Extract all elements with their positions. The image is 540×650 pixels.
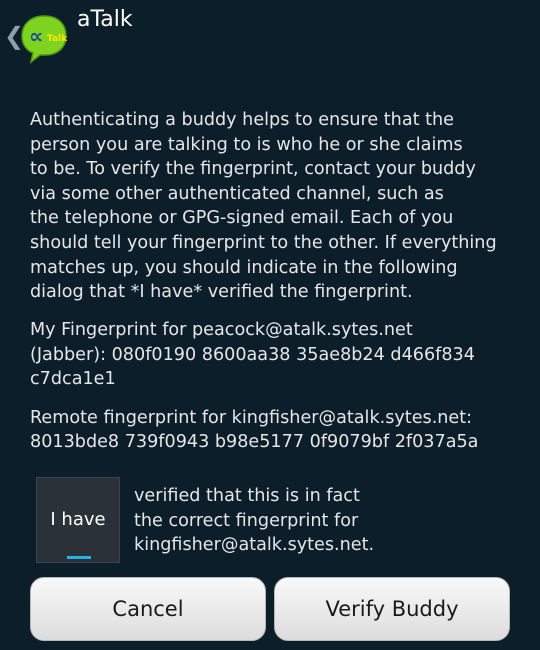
verify-line: the correct fingerprint for: [134, 510, 359, 531]
dialog-content: Authenticating a buddy helps to ensure t…: [30, 108, 525, 455]
verify-buddy-button[interactable]: Verify Buddy: [274, 577, 510, 641]
svg-text:∝: ∝: [29, 24, 43, 48]
my-fingerprint-line: (Jabber): 080f0190 8600aa38 35ae8b24 d46…: [30, 344, 475, 365]
atalk-logo-icon[interactable]: ∝ Talk: [18, 12, 70, 64]
intro-line: matches up, you should indicate in the f…: [30, 257, 458, 278]
action-bar: ❮ ∝ Talk aTalk: [0, 0, 540, 88]
intro-line: should tell your fingerprint to the othe…: [30, 232, 497, 253]
remote-fingerprint-line: 8013bde8 739f0943 b98e5177 0f9079bf 2f03…: [30, 432, 479, 453]
i-have-toggle-button[interactable]: I have: [36, 477, 120, 563]
remote-fingerprint: Remote fingerprint for kingfisher@atalk.…: [30, 406, 525, 455]
verify-statement: verified that this is in fact the correc…: [134, 484, 524, 558]
verify-line: verified that this is in fact: [134, 486, 360, 506]
intro-line: Authenticating a buddy helps to ensure t…: [30, 110, 454, 130]
my-fingerprint-line: My Fingerprint for peacock@atalk.sytes.n…: [30, 320, 413, 340]
verify-line: kingfisher@atalk.sytes.net.: [134, 535, 375, 556]
intro-line: dialog that *I have* verified the finger…: [30, 282, 413, 303]
intro-line: person you are talking to is who he or s…: [30, 134, 463, 155]
logo-text: Talk: [47, 34, 68, 44]
my-fingerprint: My Fingerprint for peacock@atalk.sytes.n…: [30, 318, 525, 392]
cancel-button[interactable]: Cancel: [30, 577, 266, 641]
toggle-label: I have: [50, 509, 106, 530]
app-title: aTalk: [77, 7, 133, 32]
my-fingerprint-line: c7dca1e1: [30, 369, 116, 390]
remote-fingerprint-line: Remote fingerprint for kingfisher@atalk.…: [30, 407, 473, 428]
toggle-indicator: [67, 556, 91, 559]
intro-line: to be. To verify the fingerprint, contac…: [30, 159, 476, 180]
intro-line: the telephone or GPG-signed email. Each …: [30, 208, 454, 229]
intro-line: via some other authenticated channel, su…: [30, 183, 444, 204]
intro-paragraph: Authenticating a buddy helps to ensure t…: [30, 108, 525, 304]
